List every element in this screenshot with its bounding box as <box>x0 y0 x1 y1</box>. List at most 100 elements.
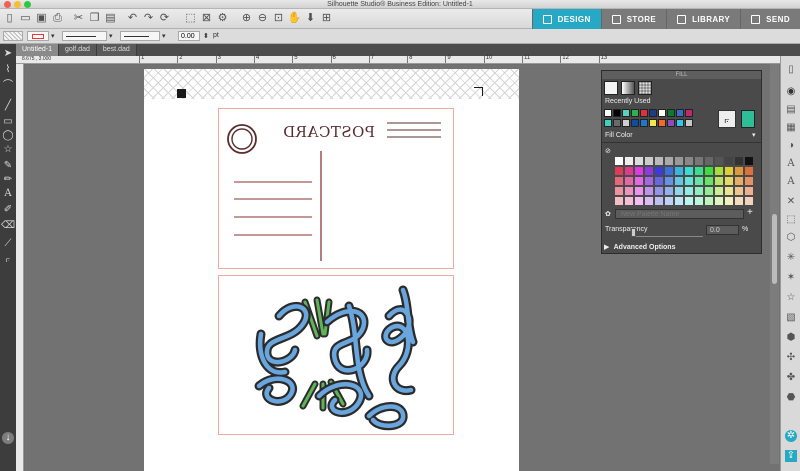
palette-color-swatch[interactable] <box>725 177 733 185</box>
save-icon[interactable]: ▣ <box>35 12 48 25</box>
pattern-fill-mode-button[interactable] <box>638 81 652 95</box>
palette-color-swatch[interactable] <box>725 187 733 195</box>
palette-color-swatch[interactable] <box>675 167 683 175</box>
line-end-dropdown[interactable] <box>120 31 160 41</box>
palette-color-swatch[interactable] <box>685 167 693 175</box>
pencil-tool-icon[interactable]: ✏ <box>2 174 14 186</box>
line-width-input[interactable] <box>178 31 200 41</box>
modify-icon[interactable]: ⬡ <box>785 232 797 244</box>
open-folder-icon[interactable]: ▭ <box>19 12 32 25</box>
palette-color-swatch[interactable] <box>675 157 683 165</box>
palette-color-swatch[interactable] <box>735 177 743 185</box>
recent-color-swatch[interactable] <box>631 119 639 127</box>
palette-color-swatch[interactable] <box>635 187 643 195</box>
panel-header[interactable]: FILL <box>602 71 761 79</box>
eraser-icon[interactable]: ⌫ <box>1 220 15 232</box>
scrollbar-thumb[interactable] <box>772 214 777 284</box>
palette-color-swatch[interactable] <box>695 187 703 195</box>
palette-color-swatch[interactable] <box>705 187 713 195</box>
palette-color-swatch[interactable] <box>655 167 663 175</box>
palette-color-swatch[interactable] <box>635 177 643 185</box>
chevron-down-icon[interactable]: ▾ <box>752 131 756 139</box>
trace-icon[interactable]: ✶ <box>785 272 797 284</box>
palette-color-swatch[interactable] <box>715 157 723 165</box>
eyedropper-icon[interactable]: ⟔ <box>2 254 14 266</box>
select-arrow-icon[interactable]: ➤ <box>2 48 14 60</box>
palette-color-swatch[interactable] <box>615 187 623 195</box>
print-icon[interactable]: ⎙ <box>51 12 64 25</box>
no-fill-icon[interactable]: ⊘ <box>605 147 611 155</box>
line-style-icon[interactable]: ◑ <box>785 140 797 152</box>
knife-tool-icon[interactable]: ⟋ <box>2 238 14 250</box>
text-edit-icon[interactable]: ✐ <box>2 204 14 216</box>
palette-color-swatch[interactable] <box>715 167 723 175</box>
recent-color-swatch[interactable] <box>658 119 666 127</box>
line-style-dropdown[interactable] <box>62 31 107 41</box>
select-all-icon[interactable]: ⬚ <box>184 12 197 25</box>
zoom-fit-icon[interactable]: ⊡ <box>272 12 285 25</box>
fill-gradient-icon[interactable]: ▦ <box>785 122 797 134</box>
recent-color-swatch[interactable] <box>613 109 621 117</box>
recent-color-swatch[interactable] <box>667 109 675 117</box>
palette-color-swatch[interactable] <box>675 177 683 185</box>
palette-color-swatch[interactable] <box>705 167 713 175</box>
palette-color-swatch[interactable] <box>625 157 633 165</box>
send-shortcut-icon[interactable]: ⇪ <box>785 450 797 462</box>
palette-color-swatch[interactable] <box>625 187 633 195</box>
palette-color-swatch[interactable] <box>745 187 753 195</box>
palette-color-swatch[interactable] <box>735 187 743 195</box>
deselect-icon[interactable]: ⊠ <box>200 12 213 25</box>
transparency-input[interactable] <box>706 225 739 235</box>
add-palette-button[interactable]: + <box>747 207 753 218</box>
palette-color-swatch[interactable] <box>645 187 653 195</box>
redo-icon[interactable]: ↷ <box>142 12 155 25</box>
recent-color-swatch[interactable] <box>676 109 684 117</box>
fill-pattern-picker[interactable] <box>3 31 23 41</box>
recent-color-swatch[interactable] <box>676 119 684 127</box>
doc-tab-untitled[interactable]: Untitled-1 <box>16 44 59 56</box>
solid-fill-mode-button[interactable] <box>604 81 618 95</box>
ellipse-tool-icon[interactable]: ◯ <box>2 130 14 142</box>
recent-color-swatch[interactable] <box>685 109 693 117</box>
palette-color-swatch[interactable] <box>645 197 653 205</box>
recent-color-swatch[interactable] <box>604 119 612 127</box>
copy-icon[interactable]: ❐ <box>88 12 101 25</box>
recent-color-swatch[interactable] <box>613 119 621 127</box>
settings-icon[interactable]: ⚙ <box>216 12 229 25</box>
vertical-scrollbar[interactable] <box>770 64 779 464</box>
recent-color-swatch[interactable] <box>640 109 648 117</box>
text-tool-icon[interactable]: A <box>2 188 14 200</box>
library-sidebar-icon[interactable]: ⬣ <box>785 392 797 404</box>
palette-color-swatch[interactable] <box>685 197 693 205</box>
new-palette-name-input[interactable] <box>615 209 744 219</box>
palette-settings-icon[interactable]: ✿ <box>605 210 611 218</box>
align-icon[interactable]: ☆ <box>785 292 797 304</box>
palette-color-swatch[interactable] <box>665 157 673 165</box>
palette-color-swatch[interactable] <box>665 197 673 205</box>
zoom-out-icon[interactable]: ⊖ <box>256 12 269 25</box>
chevron-down-icon[interactable]: ▾ <box>51 32 55 40</box>
palette-color-swatch[interactable] <box>675 187 683 195</box>
palette-color-swatch[interactable] <box>715 187 723 195</box>
palette-color-swatch[interactable] <box>705 157 713 165</box>
text-to-path-icon[interactable]: A <box>785 176 797 188</box>
refresh-icon[interactable]: ⟳ <box>158 12 171 25</box>
palette-color-swatch[interactable] <box>705 197 713 205</box>
scale-icon[interactable]: ▧ <box>785 312 797 324</box>
recent-color-swatch[interactable] <box>622 109 630 117</box>
recent-color-swatch[interactable] <box>649 109 657 117</box>
tab-design[interactable]: DESIGN <box>531 9 601 29</box>
selected-color-swatch[interactable] <box>741 110 755 128</box>
point-edit-icon[interactable]: ⌇ <box>2 64 14 76</box>
palette-color-swatch[interactable] <box>625 167 633 175</box>
palette-color-swatch[interactable] <box>695 157 703 165</box>
palette-color-swatch[interactable] <box>665 187 673 195</box>
recent-color-swatch[interactable] <box>667 119 675 127</box>
palette-color-swatch[interactable] <box>745 177 753 185</box>
postcard-back[interactable]: POSTCARD <box>218 108 454 269</box>
line-color-picker[interactable] <box>27 31 49 41</box>
palette-color-swatch[interactable] <box>705 177 713 185</box>
palette-color-swatch[interactable] <box>615 197 623 205</box>
slider-knob[interactable] <box>631 228 636 237</box>
postcard-front[interactable] <box>218 275 454 435</box>
